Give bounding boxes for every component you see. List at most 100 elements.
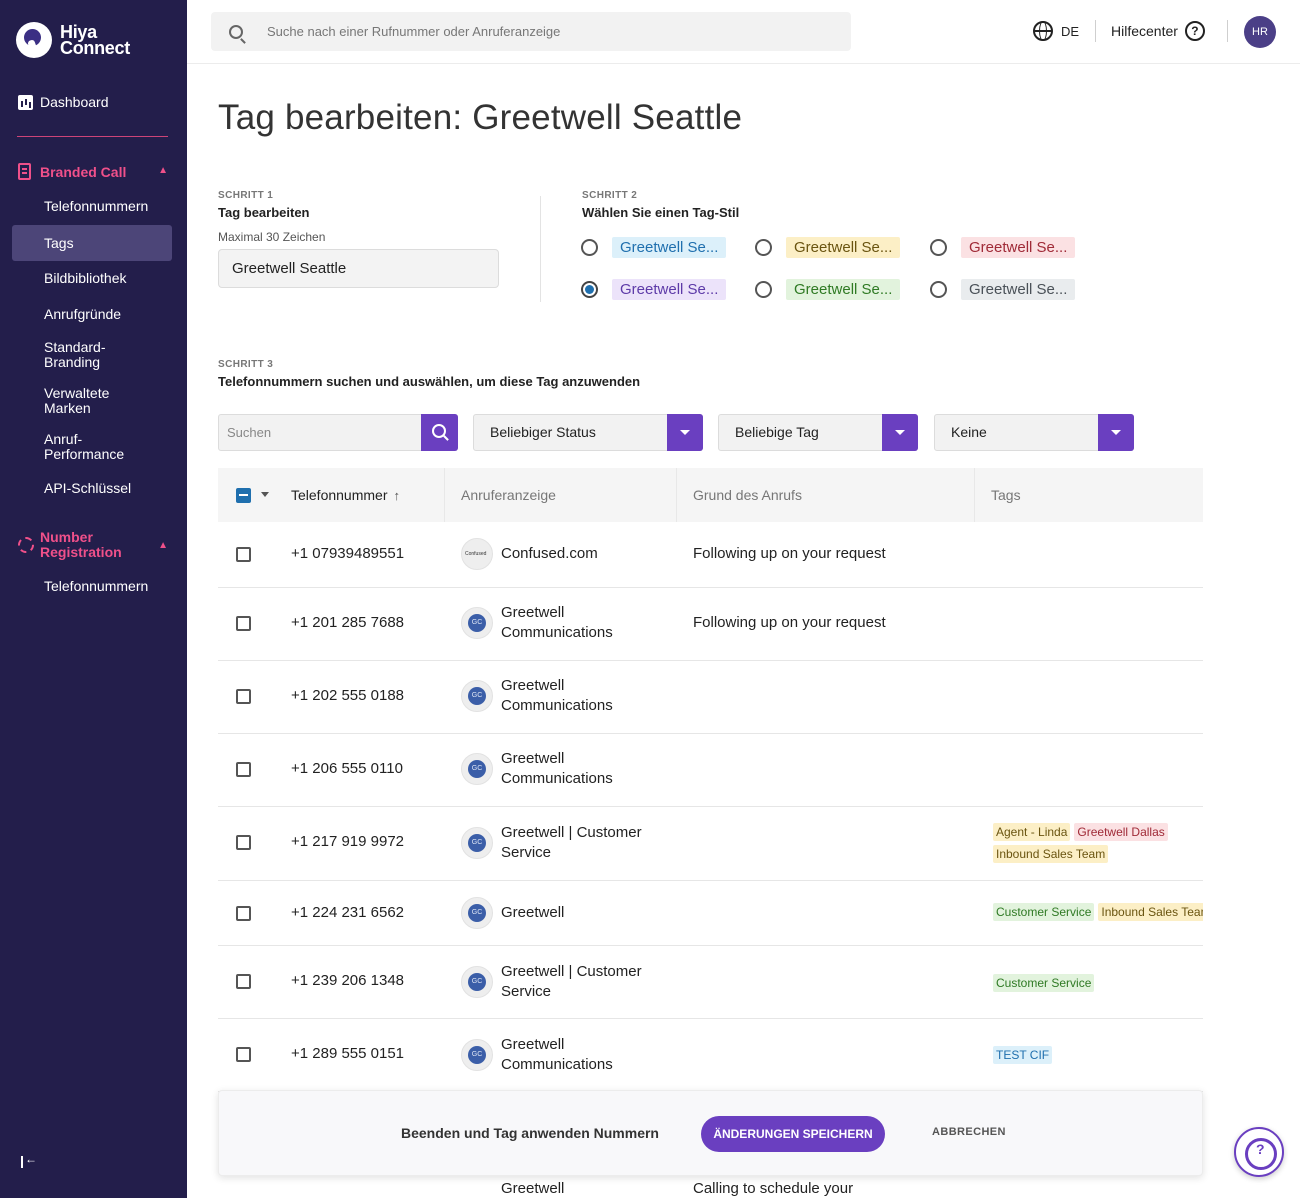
sidebar-item-standard-branding[interactable]: Standard-Branding <box>12 340 132 370</box>
row-caller-name: Greetwell | Customer Service <box>501 824 642 861</box>
row-phone: +1 217 919 9972 <box>291 833 405 850</box>
tag-style-option-yellow[interactable]: Greetwell Se... <box>755 237 901 258</box>
select-all-checkbox[interactable] <box>236 488 251 503</box>
row-tags: Customer Service <box>993 974 1203 992</box>
chevron-up-icon: ▲ <box>158 165 168 176</box>
row-phone: +1 201 285 7688 <box>291 614 405 631</box>
cancel-button[interactable]: ABBRECHEN <box>932 1126 1006 1138</box>
table-row[interactable]: +1 217 919 9972 Greetwell | Customer Ser… <box>218 807 1203 881</box>
avatar[interactable]: HR <box>1244 16 1276 48</box>
section-number-registration[interactable]: Number Registration ▲ <box>18 530 168 560</box>
number-search-input[interactable]: Suchen <box>218 414 422 451</box>
third-filter-select[interactable]: Keine <box>934 414 1134 451</box>
column-divider <box>676 468 677 522</box>
sidebar-item-anruf-performance[interactable]: Anruf-Performance <box>12 432 142 462</box>
column-divider <box>444 468 445 522</box>
row-caller: Greetwell Communications <box>461 749 651 789</box>
sort-ascending-icon[interactable]: ↑ <box>394 488 401 503</box>
row-caller-name: Greetwell Communications <box>501 677 613 714</box>
status-filter-value: Beliebiger Status <box>490 424 596 440</box>
caller-logo <box>461 680 493 712</box>
row-caller: Greetwell | Customer Service <box>461 823 671 863</box>
row-checkbox[interactable] <box>236 762 251 777</box>
global-search-input[interactable]: Suche nach einer Rufnummer oder Anrufera… <box>211 12 851 51</box>
sidebar-item-api-schluessel[interactable]: API-Schlüssel <box>12 481 172 496</box>
sidebar-item-verwaltete-marken[interactable]: Verwaltete Marken <box>12 386 132 416</box>
row-checkbox[interactable] <box>236 835 251 850</box>
row-checkbox[interactable] <box>236 689 251 704</box>
row-caller: Greetwell | Customer Service <box>461 962 671 1002</box>
radio-button[interactable] <box>930 239 947 256</box>
section-branded-call[interactable]: Branded Call ▲ <box>18 163 168 180</box>
tag-style-chip: Greetwell Se... <box>612 237 727 258</box>
sidebar-item-registration-telefonnummern[interactable]: Telefonnummern <box>12 579 172 594</box>
sidebar-item-tags[interactable]: Tags <box>12 225 172 261</box>
column-phone[interactable]: Telefonnummer ↑ <box>291 487 400 503</box>
row-caller-name: Greetwell <box>501 904 565 921</box>
step1-title: Tag bearbeiten <box>218 205 310 220</box>
tag-style-option-gray[interactable]: Greetwell Se... <box>930 279 1076 300</box>
phone-icon <box>18 163 31 180</box>
table-row[interactable]: +1 07939489551 Confused.com Following up… <box>218 522 1203 588</box>
column-reason[interactable]: Grund des Anrufs <box>693 487 802 503</box>
row-checkbox[interactable] <box>236 616 251 631</box>
row-checkbox[interactable] <box>236 1047 251 1062</box>
row-caller: Greetwell Communications <box>461 676 651 716</box>
save-changes-button[interactable]: ÄNDERUNGEN SPEICHERN <box>701 1116 885 1152</box>
radio-button-selected[interactable] <box>581 281 598 298</box>
registration-badge-icon <box>18 537 34 553</box>
row-caller: Confused.com <box>461 538 598 570</box>
tag-filter-select[interactable]: Beliebige Tag <box>718 414 918 451</box>
tag-style-option-blue[interactable]: Greetwell Se... <box>581 237 727 258</box>
row-checkbox[interactable] <box>236 906 251 921</box>
table-row[interactable]: +1 206 555 0110 Greetwell Communications <box>218 734 1203 807</box>
row-caller: Greetwell Communications <box>461 1035 651 1075</box>
tag-style-chip: Greetwell Se... <box>786 237 901 258</box>
table-row[interactable]: +1 201 285 7688 Greetwell Communications… <box>218 588 1203 661</box>
table-header: Telefonnummer ↑ Anruferanzeige Grund des … <box>218 468 1203 522</box>
step1-hint: Maximal 30 Zeichen <box>218 230 326 244</box>
column-divider <box>974 468 975 522</box>
chevron-down-icon[interactable] <box>261 492 269 497</box>
radio-button[interactable] <box>755 239 772 256</box>
radio-button[interactable] <box>930 281 947 298</box>
row-tags: Agent - Linda Greetwell Dallas Inbound S… <box>993 823 1203 863</box>
table-row[interactable]: +1 202 555 0188 Greetwell Communications <box>218 661 1203 734</box>
help-center-link[interactable]: Hilfecenter ? <box>1111 21 1205 41</box>
language-selector[interactable]: DE <box>1033 21 1079 41</box>
table-row[interactable]: +1 239 206 1348 Greetwell | Customer Ser… <box>218 946 1203 1019</box>
row-caller-name: Greetwell <box>501 1180 565 1197</box>
chevron-down-icon[interactable] <box>882 414 918 451</box>
tag-style-option-red[interactable]: Greetwell Se... <box>930 237 1076 258</box>
chevron-down-icon[interactable] <box>667 414 703 451</box>
sidebar-item-telefonnummern[interactable]: Telefonnummern <box>12 199 172 214</box>
hiya-logo[interactable]: Hiya Connect <box>16 22 130 58</box>
tag-style-option-purple[interactable]: Greetwell Se... <box>581 279 727 300</box>
tag-chip: Greetwell Dallas <box>1074 823 1168 841</box>
row-checkbox[interactable] <box>236 974 251 989</box>
nav-dashboard[interactable]: Dashboard <box>18 94 178 110</box>
topbar-divider <box>1095 20 1096 42</box>
step-divider <box>540 196 541 302</box>
step3-title: Telefonnummern suchen und auswählen, um … <box>218 374 641 389</box>
status-filter-select[interactable]: Beliebiger Status <box>473 414 703 451</box>
table-row[interactable]: +1 289 555 0151 Greetwell Communications… <box>218 1019 1203 1092</box>
sidebar-item-anrufgruende[interactable]: Anrufgründe <box>12 307 172 322</box>
sidebar-item-bildbibliothek[interactable]: Bildbibliothek <box>12 271 172 286</box>
collapse-sidebar-icon[interactable] <box>20 1152 37 1170</box>
radio-button[interactable] <box>581 239 598 256</box>
sidebar-divider <box>17 136 168 137</box>
row-checkbox[interactable] <box>236 547 251 562</box>
column-tags[interactable]: Tags <box>991 487 1021 503</box>
column-caller-id[interactable]: Anruferanzeige <box>461 487 556 503</box>
tag-style-option-green[interactable]: Greetwell Se... <box>755 279 901 300</box>
tag-name-input[interactable]: Greetwell Seattle <box>218 249 499 288</box>
radio-button[interactable] <box>755 281 772 298</box>
search-button[interactable] <box>421 414 458 451</box>
step2-label: SCHRITT 2 <box>582 190 638 201</box>
chevron-down-icon[interactable] <box>1098 414 1134 451</box>
table-row[interactable]: +1 224 231 6562 Greetwell Customer Servi… <box>218 881 1203 946</box>
step3-label: SCHRITT 3 <box>218 359 274 370</box>
help-chat-icon[interactable] <box>1234 1127 1284 1177</box>
tag-chip: Inbound Sales Team <box>1098 903 1203 921</box>
